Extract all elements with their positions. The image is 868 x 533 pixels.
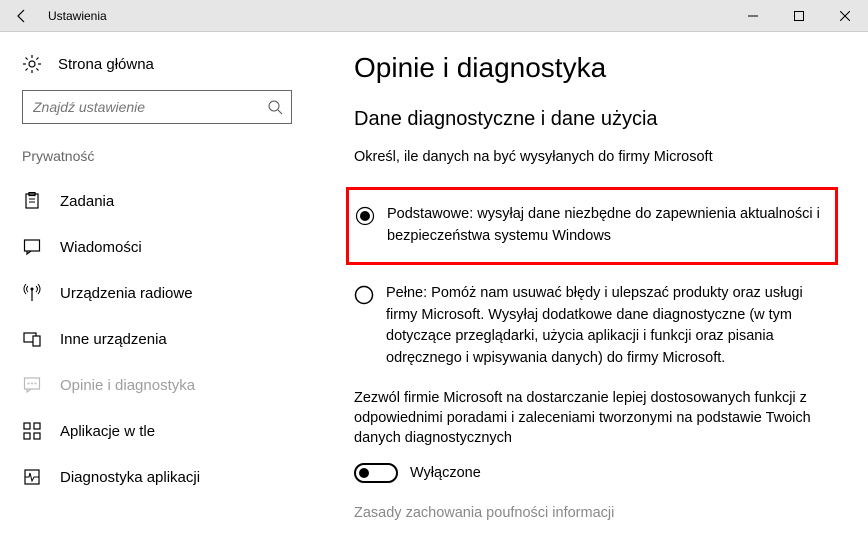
home-label: Strona główna [58,56,154,73]
sidebar: Strona główna Prywatność Zadania Wiadomo… [0,32,314,533]
home-link[interactable]: Strona główna [0,50,314,90]
radio-selected-icon [355,206,375,226]
feedback-icon [22,375,42,395]
radio-full[interactable]: Pełne: Pomóż nam usuwać błędy i ulepszać… [354,283,838,370]
privacy-link[interactable]: Zasady zachowania poufności informacji [354,505,838,521]
sidebar-item-label: Zadania [60,193,114,210]
sidebar-item-tasks[interactable]: Zadania [0,178,314,224]
sidebar-item-background-apps[interactable]: Aplikacje w tle [0,408,314,454]
titlebar: Ustawienia [0,0,868,32]
sidebar-item-feedback[interactable]: Opinie i diagnostyka [0,362,314,408]
antenna-icon [22,283,42,303]
tailored-experiences-toggle[interactable] [354,463,398,483]
sidebar-item-label: Diagnostyka aplikacji [60,469,200,486]
back-button[interactable] [0,0,44,32]
sidebar-item-label: Inne urządzenia [60,331,167,348]
sidebar-item-label: Wiadomości [60,239,142,256]
maximize-button[interactable] [776,0,822,32]
close-button[interactable] [822,0,868,32]
clipboard-icon [22,191,42,211]
minimize-button[interactable] [730,0,776,32]
permission-text: Zezwól firmie Microsoft na dostarczanie … [354,388,838,449]
main-panel: Opinie i diagnostyka Dane diagnostyczne … [314,32,868,533]
sidebar-item-label: Urządzenia radiowe [60,285,193,302]
toggle-knob [359,468,369,478]
diagnostics-icon [22,467,42,487]
toggle-label: Wyłączone [410,465,481,481]
gear-icon [22,54,42,74]
search-icon [267,99,283,115]
radio-unselected-icon [354,285,374,305]
radio-label: Podstawowe: wysyłaj dane niezbędne do za… [387,204,821,248]
window-title: Ustawienia [44,9,107,23]
sidebar-item-app-diagnostics[interactable]: Diagnostyka aplikacji [0,454,314,500]
page-title: Opinie i diagnostyka [354,52,838,84]
category-label: Prywatność [0,142,314,178]
section-title: Dane diagnostyczne i dane użycia [354,108,838,131]
sidebar-item-radios[interactable]: Urządzenia radiowe [0,270,314,316]
sidebar-item-label: Opinie i diagnostyka [60,377,195,394]
sidebar-item-other-devices[interactable]: Inne urządzenia [0,316,314,362]
grid-icon [22,421,42,441]
sidebar-item-messaging[interactable]: Wiadomości [0,224,314,270]
search-box[interactable] [22,90,292,124]
devices-icon [22,329,42,349]
instruction-text: Określ, ile danych na być wysyłanych do … [354,147,838,167]
highlighted-option: Podstawowe: wysyłaj dane niezbędne do za… [346,187,838,265]
message-icon [22,237,42,257]
search-input[interactable] [31,98,267,116]
radio-basic[interactable]: Podstawowe: wysyłaj dane niezbędne do za… [355,204,821,248]
radio-label: Pełne: Pomóż nam usuwać błędy i ulepszać… [386,283,838,370]
sidebar-item-label: Aplikacje w tle [60,423,155,440]
